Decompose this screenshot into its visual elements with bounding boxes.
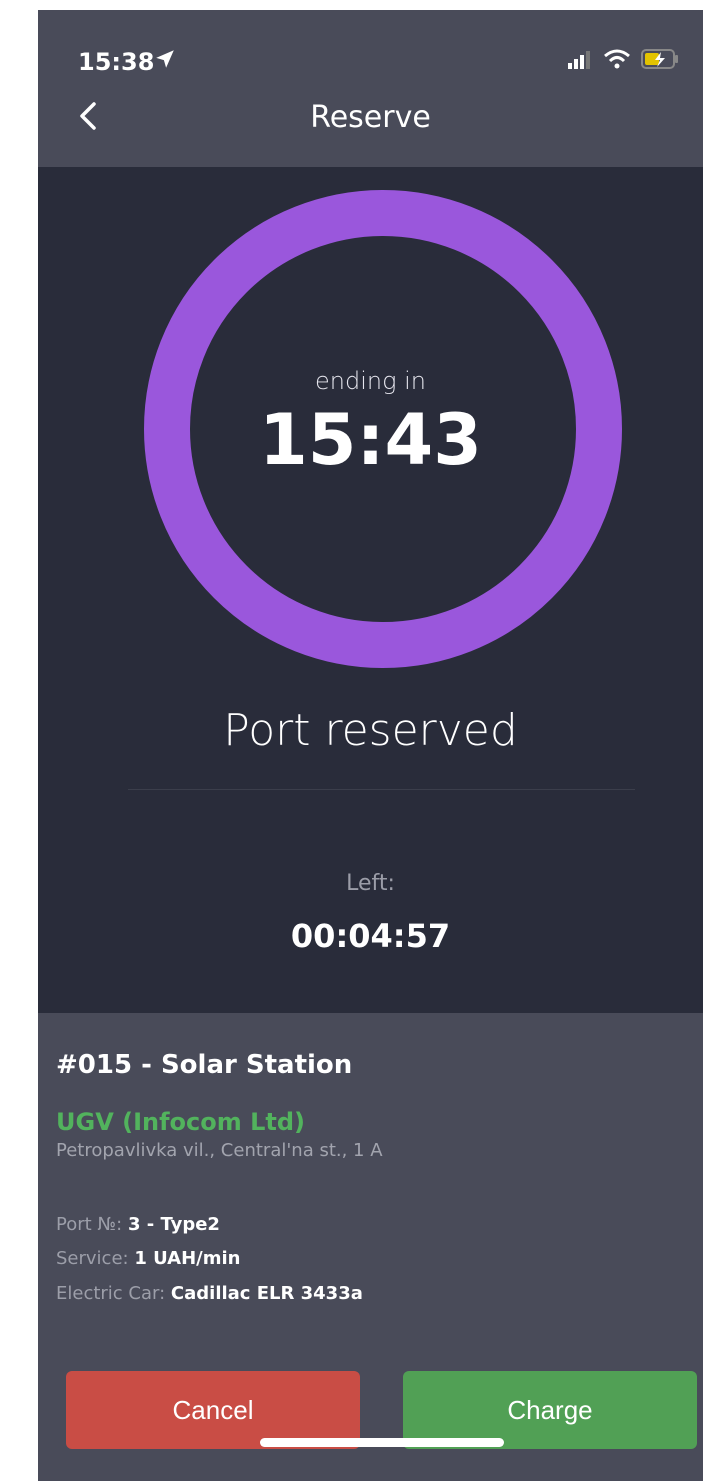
signal-icon bbox=[568, 51, 590, 69]
station-address: Petropavlivka vil., Central'na st., 1 A bbox=[56, 1140, 383, 1161]
service-row: Service: 1 UAH/min bbox=[56, 1248, 241, 1269]
location-arrow-icon bbox=[156, 50, 174, 68]
page-title: Reserve bbox=[310, 100, 431, 135]
battery-charging-icon bbox=[641, 49, 678, 69]
port-label: Port №: bbox=[56, 1214, 123, 1235]
status-time: 15:38 bbox=[78, 48, 155, 76]
status-icons bbox=[567, 46, 681, 72]
service-label: Service: bbox=[56, 1248, 129, 1269]
port-row: Port №: 3 - Type2 bbox=[56, 1214, 220, 1235]
time-left-value: 00:04:57 bbox=[290, 917, 451, 955]
home-indicator[interactable] bbox=[260, 1438, 504, 1447]
service-value: 1 UAH/min bbox=[134, 1248, 241, 1269]
phone-screen: 15:38 Reserve ending in 15:43 Port reser… bbox=[38, 10, 703, 1481]
station-title: #015 - Solar Station bbox=[56, 1050, 353, 1080]
divider bbox=[128, 789, 635, 790]
reservation-timer: ending in 15:43 Port reserved Left: 00:0… bbox=[38, 167, 703, 1013]
car-row: Electric Car: Cadillac ELR 3433a bbox=[56, 1283, 363, 1304]
ending-label: ending in bbox=[315, 367, 426, 395]
port-value: 3 - Type2 bbox=[127, 1214, 220, 1235]
car-label: Electric Car: bbox=[56, 1283, 166, 1304]
time-left-label: Left: bbox=[346, 871, 395, 896]
wifi-icon bbox=[604, 49, 630, 69]
station-info: #015 - Solar Station UGV (Infocom Ltd) P… bbox=[38, 1013, 703, 1481]
car-value: Cadillac ELR 3433a bbox=[170, 1283, 363, 1304]
reservation-status: Port reserved bbox=[223, 705, 518, 756]
ending-time: 15:43 bbox=[259, 399, 482, 481]
top-bar: 15:38 Reserve bbox=[38, 10, 703, 167]
station-operator: UGV (Infocom Ltd) bbox=[56, 1108, 306, 1136]
